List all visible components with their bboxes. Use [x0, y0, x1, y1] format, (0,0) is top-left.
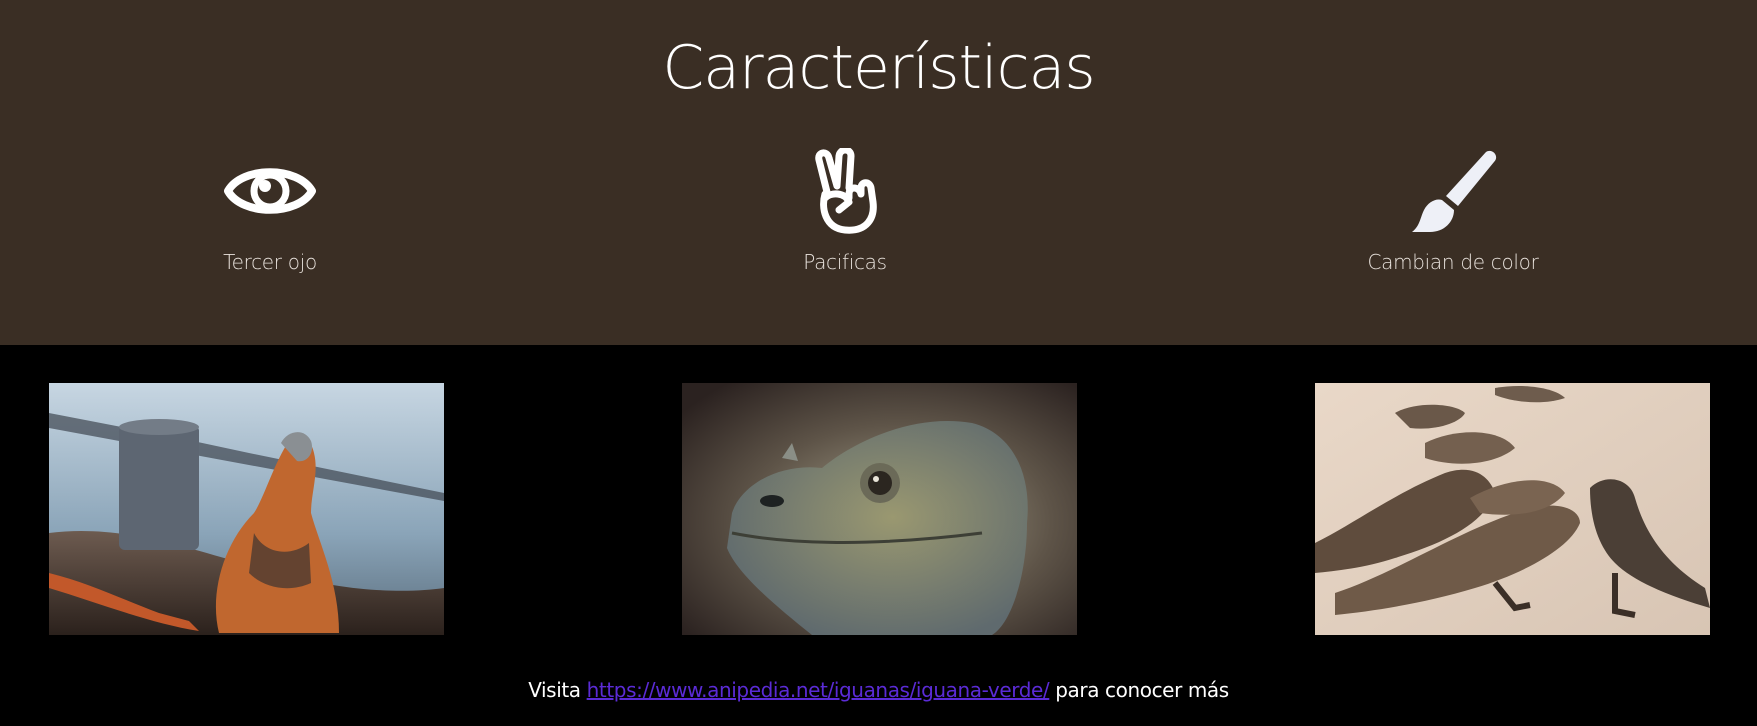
- paintbrush-icon: [1412, 150, 1497, 232]
- features-title: Características: [662, 33, 1095, 103]
- peace-hand-icon: [815, 148, 877, 234]
- gallery-section: [0, 345, 1757, 726]
- feature-label: Cambian de color: [1367, 250, 1539, 274]
- eye-icon: [224, 168, 316, 214]
- feature-label: Pacificas: [803, 250, 887, 274]
- feature-label: Tercer ojo: [223, 250, 317, 274]
- feature-third-eye: Tercer ojo: [150, 148, 390, 274]
- anipedia-link[interactable]: https://www.anipedia.net/iguanas/iguana-…: [587, 678, 1050, 702]
- iguana-photo-closeup: [682, 383, 1077, 635]
- footer-prefix: Visita: [528, 678, 581, 702]
- features-section: Características Tercer ojo Pacificas Cam…: [0, 0, 1757, 345]
- iguana-photo-sand: [1315, 383, 1710, 635]
- footer-text: Visita https://www.anipedia.net/iguanas/…: [0, 678, 1757, 702]
- footer-suffix: para conocer más: [1055, 678, 1229, 702]
- feature-change-color: Cambian de color: [1333, 148, 1573, 274]
- iguana-photo-shore: [49, 383, 444, 635]
- feature-peaceful: Pacificas: [725, 148, 965, 274]
